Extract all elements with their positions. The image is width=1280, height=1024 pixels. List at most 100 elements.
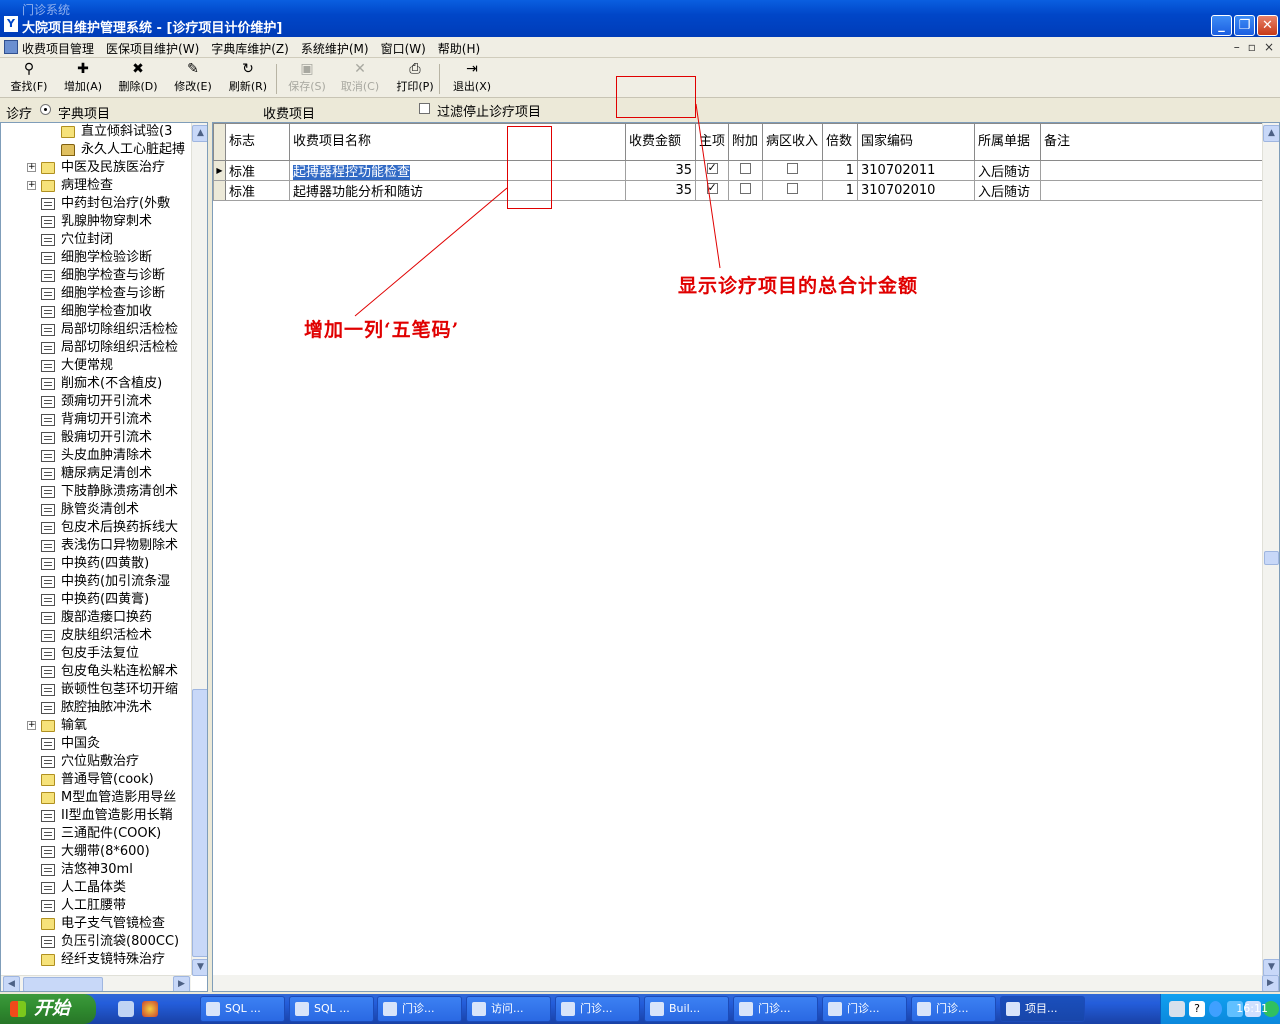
taskbar-task[interactable]: Buil...: [644, 996, 729, 1022]
desktop-quicklaunch-icon[interactable]: [118, 1001, 134, 1017]
cell-note[interactable]: [1040, 160, 1263, 181]
cell-code[interactable]: 310702011: [857, 160, 975, 181]
cell-amount[interactable]: 35: [625, 160, 696, 181]
tree-item[interactable]: 局部切除组织活检检: [1, 321, 191, 339]
cell-name[interactable]: 起搏器程控功能检查: [289, 160, 626, 181]
tree-item[interactable]: 三通配件(COOK): [1, 825, 191, 843]
tree-item[interactable]: 局部切除组织活检检: [1, 339, 191, 357]
current-row-icon[interactable]: ▶: [213, 160, 226, 181]
toolbar-button-print[interactable]: ⎙ 打印(P): [390, 61, 440, 94]
mdi-restore-button[interactable]: ▫: [1248, 40, 1256, 54]
scroll-left-icon[interactable]: ◀: [3, 976, 20, 991]
column-header-code[interactable]: 国家编码: [857, 123, 975, 161]
tree-item[interactable]: 削痂术(不含植皮): [1, 375, 191, 393]
tree-item[interactable]: 经纤支镜特殊治疗: [1, 951, 191, 969]
tree-item[interactable]: 人工肛腰带: [1, 897, 191, 915]
toolbar-button-add[interactable]: ✚ 增加(A): [58, 61, 108, 94]
checkbox-icon[interactable]: [706, 162, 718, 175]
column-header-extra[interactable]: 附加: [728, 123, 763, 161]
taskbar-task[interactable]: 访问...: [466, 996, 551, 1022]
tree-item[interactable]: 直立倾斜试验(3: [1, 123, 191, 141]
taskbar-task[interactable]: 门诊...: [822, 996, 907, 1022]
cell-code[interactable]: 310702010: [857, 180, 975, 201]
scroll-right-icon[interactable]: ▶: [1262, 975, 1279, 991]
checkbox-icon[interactable]: [787, 183, 798, 194]
tree-item[interactable]: 皮肤组织活检术: [1, 627, 191, 645]
cell-extra[interactable]: [728, 160, 763, 181]
column-header-doc[interactable]: 所属单据: [974, 123, 1041, 161]
taskbar-task[interactable]: 项目...: [1000, 996, 1085, 1022]
row-indicator[interactable]: [213, 180, 226, 201]
taskbar-task[interactable]: 门诊...: [377, 996, 462, 1022]
cell-flag[interactable]: 标准: [225, 180, 290, 201]
close-button[interactable]: ✕: [1257, 15, 1278, 36]
tree-item[interactable]: 细胞学检验诊断: [1, 249, 191, 267]
tree-item[interactable]: 脓腔抽脓冲洗术: [1, 699, 191, 717]
tree-item[interactable]: + 输氧: [1, 717, 191, 735]
cell-flag[interactable]: 标准: [225, 160, 290, 181]
expand-icon[interactable]: +: [27, 721, 36, 730]
tree-item[interactable]: + 病理检查: [1, 177, 191, 195]
cell-multiple[interactable]: 1: [822, 180, 858, 201]
tree-item[interactable]: 负压引流袋(800CC): [1, 933, 191, 951]
cell-ward[interactable]: [762, 180, 823, 201]
menu-item-1[interactable]: 医保项目维护(W): [106, 40, 199, 57]
scroll-right-icon[interactable]: ▶: [173, 976, 190, 991]
tree-scroll-thumb[interactable]: [192, 689, 207, 957]
stop-filter-label[interactable]: 过滤停止诊疗项目: [437, 101, 541, 120]
scroll-up-icon[interactable]: ▲: [192, 125, 207, 142]
tree-item[interactable]: 中国灸: [1, 735, 191, 753]
cell-ward[interactable]: [762, 160, 823, 181]
tree-item[interactable]: 中换药(四黄散): [1, 555, 191, 573]
taskbar-task[interactable]: SQL ...: [289, 996, 374, 1022]
tree-vertical-scrollbar[interactable]: ▲ ▼: [191, 123, 207, 976]
tree-item[interactable]: 脉管炎清创术: [1, 501, 191, 519]
checkbox-icon[interactable]: [787, 163, 798, 174]
dictionary-radio[interactable]: [40, 103, 51, 118]
help-tray-icon[interactable]: ?: [1189, 1001, 1205, 1017]
tree-item[interactable]: 糖尿病足清创术: [1, 465, 191, 483]
cell-main[interactable]: [695, 160, 729, 181]
column-header-main[interactable]: 主项: [695, 123, 729, 161]
expand-icon[interactable]: +: [27, 163, 36, 172]
tree-item[interactable]: 包皮术后换药拆线大: [1, 519, 191, 537]
column-header-ward[interactable]: 病区收入: [762, 123, 823, 161]
scroll-down-icon[interactable]: ▼: [192, 959, 207, 976]
cell-main[interactable]: [695, 180, 729, 201]
grid-horizontal-scrollbar[interactable]: ▶: [213, 975, 1279, 991]
tree-item[interactable]: 下肢静脉溃疡清创术: [1, 483, 191, 501]
tree-item[interactable]: 嵌顿性包茎环切开缩: [1, 681, 191, 699]
tree-item[interactable]: 表浅伤口异物剔除术: [1, 537, 191, 555]
cell-doc[interactable]: 入后随访: [974, 160, 1041, 181]
toolbar-button-delete[interactable]: ✖ 删除(D): [113, 61, 163, 94]
cell-name[interactable]: 起搏器功能分析和随访: [289, 180, 626, 201]
tree-item[interactable]: 乳腺肿物穿刺术: [1, 213, 191, 231]
tree-item[interactable]: 包皮手法复位: [1, 645, 191, 663]
menu-item-4[interactable]: 窗口(W): [381, 40, 426, 57]
taskbar-task[interactable]: SQL ...: [200, 996, 285, 1022]
table-row[interactable]: ▶标准 起搏器程控功能检查 35 1 310702011 入后随访: [213, 160, 1263, 181]
tree-item[interactable]: + 中医及民族医治疗: [1, 159, 191, 177]
stop-filter-checkbox[interactable]: [419, 103, 430, 118]
toolbar-button-binoculars[interactable]: ⚲ 查找(F): [4, 61, 54, 94]
tree-item[interactable]: 永久人工心脏起搏: [1, 141, 191, 159]
checkbox-icon[interactable]: [740, 163, 751, 174]
tree-item[interactable]: 头皮血肿清除术: [1, 447, 191, 465]
scroll-up-icon[interactable]: ▲: [1263, 125, 1279, 142]
column-header-multiple[interactable]: 倍数: [822, 123, 858, 161]
toolbar-button-refresh[interactable]: ↻ 刷新(R): [223, 61, 273, 94]
menu-item-3[interactable]: 系统维护(M): [301, 40, 369, 57]
tree-item[interactable]: 中换药(加引流条湿: [1, 573, 191, 591]
cell-extra[interactable]: [728, 180, 763, 201]
column-header-note[interactable]: 备注: [1040, 123, 1263, 161]
cell-note[interactable]: [1040, 180, 1263, 201]
tree-item[interactable]: II型血管造影用长鞘: [1, 807, 191, 825]
cell-multiple[interactable]: 1: [822, 160, 858, 181]
tree-item[interactable]: 细胞学检查与诊断: [1, 267, 191, 285]
expand-icon[interactable]: +: [27, 181, 36, 190]
tree-item[interactable]: 中换药(四黄膏): [1, 591, 191, 609]
tree-item[interactable]: M型血管造影用导丝: [1, 789, 191, 807]
tree-item[interactable]: 穴位封闭: [1, 231, 191, 249]
grid-vertical-scrollbar[interactable]: ▲ ▼: [1262, 123, 1279, 976]
grid-scroll-thumb[interactable]: [1264, 551, 1279, 565]
